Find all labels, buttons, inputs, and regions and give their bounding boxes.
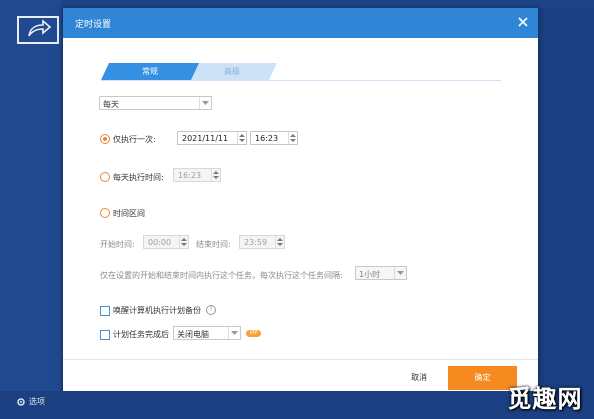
daily-time-stepper[interactable]: [211, 169, 220, 181]
gear-icon: [17, 397, 25, 406]
desktop-left-panel: [0, 0, 62, 419]
interval-gap-value: 1小时: [359, 270, 381, 279]
watermark-text: 觅趣网: [507, 383, 583, 413]
interval-label: 时间区间: [113, 209, 145, 218]
once-date-input[interactable]: 2021/11/11: [177, 131, 247, 145]
close-icon[interactable]: [516, 15, 530, 29]
help-icon[interactable]: ?: [206, 305, 216, 315]
dialog-titlebar: 定时设置: [63, 8, 538, 38]
chevron-down-icon: [199, 97, 211, 109]
end-time-input[interactable]: 23:59: [239, 235, 285, 249]
once-date-value: 2021/11/11: [182, 134, 229, 143]
tab-advanced[interactable]: 高级: [187, 63, 277, 80]
end-time-value: 23:59: [244, 238, 268, 247]
after-task-checkbox[interactable]: [100, 330, 110, 340]
daily-time-value: 16:23: [178, 171, 202, 180]
taskbar-options-label: 选项: [29, 397, 45, 406]
chevron-down-icon: [394, 267, 406, 279]
share-icon[interactable]: [17, 14, 61, 48]
after-task-label: 计划任务完成后: [113, 330, 169, 339]
tab-underline: [101, 80, 501, 81]
dialog-title: 定时设置: [75, 20, 112, 30]
wake-label: 唤醒计算机执行计划备份: [113, 306, 201, 315]
start-time-label: 开始时间:: [100, 240, 135, 249]
wake-checkbox[interactable]: [100, 306, 110, 316]
start-time-stepper[interactable]: [179, 236, 188, 248]
taskbar-options[interactable]: 选项: [16, 396, 45, 407]
end-time-label: 结束时间:: [196, 240, 231, 249]
after-action-select[interactable]: 关闭电脑: [173, 326, 241, 340]
radio-once[interactable]: [100, 134, 110, 144]
frequency-value: 每天: [103, 100, 119, 109]
date-stepper[interactable]: [237, 132, 246, 144]
cancel-button[interactable]: 取消: [395, 366, 443, 390]
start-time-value: 00:00: [148, 238, 172, 247]
footer-divider: [63, 359, 538, 360]
radio-daily[interactable]: [100, 172, 110, 182]
daily-time-input[interactable]: 16:23: [173, 168, 221, 182]
schedule-settings-dialog: 定时设置 常规 高级 每天 仅执行一次: 2021/11/11 16:23 每天…: [63, 8, 538, 401]
tab-bar: 常规 高级: [101, 63, 277, 80]
interval-description: 仅在设置的开始和结束时间内执行这个任务，每次执行这个任务间隔:: [100, 271, 343, 280]
after-action-value: 关闭电脑: [177, 330, 209, 339]
daily-label: 每天执行时间:: [113, 173, 164, 182]
desktop-top-strip: [62, 0, 594, 8]
tab-general[interactable]: 常规: [101, 63, 199, 80]
frequency-select[interactable]: 每天: [99, 96, 212, 110]
vip-badge: VIP: [246, 330, 261, 337]
end-time-stepper[interactable]: [275, 236, 284, 248]
start-time-input[interactable]: 00:00: [143, 235, 189, 249]
once-time-value: 16:23: [255, 134, 279, 143]
watermark-logo: 觅趣网: [502, 376, 588, 416]
chevron-down-icon: [228, 327, 240, 339]
time-stepper[interactable]: [288, 132, 297, 144]
once-time-input[interactable]: 16:23: [250, 131, 298, 145]
once-label: 仅执行一次:: [113, 135, 156, 144]
radio-interval[interactable]: [100, 208, 110, 218]
interval-gap-select[interactable]: 1小时: [355, 266, 407, 280]
